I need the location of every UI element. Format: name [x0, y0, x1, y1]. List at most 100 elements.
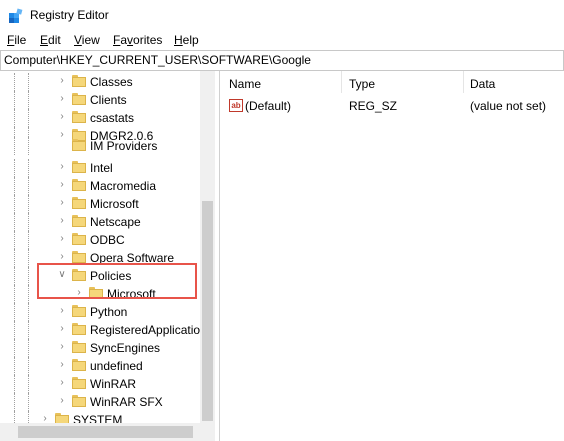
folder-icon: [72, 341, 86, 353]
tree-guide-line: [14, 73, 16, 91]
tree-guide-line: [14, 231, 16, 249]
values-pane[interactable]: Name Type Data ab (Default) REG_SZ (valu…: [221, 71, 564, 441]
chevron-right-icon[interactable]: ›: [57, 112, 67, 122]
menu-help[interactable]: Help: [174, 33, 199, 47]
tree-item[interactable]: › RegisteredApplicatio: [0, 321, 200, 339]
chevron-right-icon[interactable]: ›: [57, 180, 67, 190]
value-type: REG_SZ: [349, 99, 398, 113]
tree-item[interactable]: › Python: [0, 303, 200, 321]
tree-guide-line: [28, 357, 30, 375]
tree-guide-line: [14, 375, 16, 393]
tree-item[interactable]: › Clients: [0, 91, 200, 109]
chevron-right-icon[interactable]: ›: [57, 306, 67, 316]
folder-icon: [72, 251, 86, 263]
value-name: (Default): [245, 99, 292, 113]
tree-guide-line: [28, 393, 30, 411]
value-row-default[interactable]: ab (Default) REG_SZ (value not set): [221, 97, 564, 115]
string-value-icon: ab: [229, 99, 243, 112]
folder-icon: [72, 197, 86, 209]
tree-guide-line: [14, 303, 16, 321]
scrollbar-thumb[interactable]: [18, 426, 193, 438]
tree-guide-line: [28, 267, 30, 285]
tree-vertical-scrollbar[interactable]: [200, 71, 215, 423]
tree-guide-line: [28, 137, 30, 155]
folder-icon: [72, 139, 86, 151]
registry-editor-icon: [9, 8, 23, 23]
chevron-right-icon[interactable]: ›: [57, 234, 67, 244]
chevron-right-icon[interactable]: ›: [57, 76, 67, 86]
tree-guide-line: [14, 321, 16, 339]
chevron-right-icon[interactable]: ›: [57, 324, 67, 334]
tree-item[interactable]: › Classes: [0, 73, 200, 91]
tree-item-label: Intel: [90, 161, 113, 175]
column-header-type[interactable]: Type: [349, 77, 375, 91]
tree-item[interactable]: ›IM Providers: [0, 137, 200, 155]
tree-item[interactable]: › Microsoft: [0, 195, 200, 213]
tree-item-label: RegisteredApplicatio: [90, 323, 201, 337]
folder-icon: [72, 161, 86, 173]
column-divider[interactable]: [341, 71, 342, 93]
column-divider[interactable]: [463, 71, 464, 93]
tree-guide-line: [28, 195, 30, 213]
window-title: Registry Editor: [30, 8, 109, 22]
chevron-right-icon[interactable]: ›: [57, 396, 67, 406]
tree-item[interactable]: › SyncEngines: [0, 339, 200, 357]
tree-guide-line: [28, 321, 30, 339]
tree-guide-line: [14, 339, 16, 357]
menu-bar: File Edit View Favorites Help: [0, 30, 564, 50]
value-data: (value not set): [470, 99, 547, 113]
folder-icon: [72, 75, 86, 87]
tree-item[interactable]: › WinRAR SFX: [0, 393, 200, 411]
tree-guide-line: [14, 267, 16, 285]
tree-item-label: WinRAR SFX: [90, 395, 163, 409]
tree-guide-line: [28, 231, 30, 249]
tree-item-label: Clients: [90, 93, 127, 107]
tree-guide-line: [14, 137, 16, 155]
column-header-data[interactable]: Data: [470, 77, 495, 91]
tree-horizontal-scrollbar[interactable]: [0, 423, 215, 441]
menu-view[interactable]: View: [74, 33, 100, 47]
tree-item[interactable]: › undefined: [0, 357, 200, 375]
tree-guide-line: [14, 357, 16, 375]
tree-item[interactable]: › WinRAR: [0, 375, 200, 393]
chevron-right-icon[interactable]: ›: [57, 378, 67, 388]
chevron-right-icon[interactable]: ›: [57, 360, 67, 370]
tree-guide-line: [28, 375, 30, 393]
menu-file[interactable]: File: [7, 33, 26, 47]
tree-pane[interactable]: ›Classes›Clients›csastats›DMGR2.0.6›IM P…: [0, 71, 215, 441]
tree-item-label: ODBC: [90, 233, 125, 247]
folder-icon: [72, 233, 86, 245]
chevron-right-icon[interactable]: ›: [57, 94, 67, 104]
menu-favorites[interactable]: Favorites: [113, 33, 162, 47]
tree-guide-line: [14, 285, 16, 303]
tree-item-label: undefined: [90, 359, 143, 373]
tree-item[interactable]: › ODBC: [0, 231, 200, 249]
menu-edit[interactable]: Edit: [40, 33, 61, 47]
tree-item-label: Python: [90, 305, 128, 319]
address-text: Computer\HKEY_CURRENT_USER\SOFTWARE\Goog…: [4, 53, 311, 67]
pane-splitter[interactable]: [219, 71, 220, 441]
scrollbar-thumb[interactable]: [202, 201, 213, 421]
menu-file-rest: ile: [14, 33, 27, 47]
chevron-right-icon[interactable]: ›: [57, 342, 67, 352]
chevron-right-icon[interactable]: ›: [57, 216, 67, 226]
tree-guide-line: [28, 159, 30, 177]
tree-item-label: Classes: [90, 75, 133, 89]
tree-item[interactable]: › csastats: [0, 109, 200, 127]
column-header-name[interactable]: Name: [229, 77, 261, 91]
tree-guide-line: [28, 91, 30, 109]
chevron-right-icon[interactable]: ›: [57, 162, 67, 172]
folder-icon: [72, 215, 86, 227]
tree-item[interactable]: › Macromedia: [0, 177, 200, 195]
highlight-box: [37, 263, 197, 299]
tree-item-label: SyncEngines: [90, 341, 161, 355]
tree-item[interactable]: › Intel: [0, 159, 200, 177]
tree-guide-line: [28, 177, 30, 195]
folder-icon: [72, 93, 86, 105]
chevron-right-icon[interactable]: ›: [57, 198, 67, 208]
address-bar[interactable]: Computer\HKEY_CURRENT_USER\SOFTWARE\Goog…: [0, 50, 564, 71]
tree-guide-line: [14, 177, 16, 195]
chevron-right-icon[interactable]: ›: [57, 252, 67, 262]
tree-item-label: WinRAR: [90, 377, 137, 391]
tree-item[interactable]: › Netscape: [0, 213, 200, 231]
